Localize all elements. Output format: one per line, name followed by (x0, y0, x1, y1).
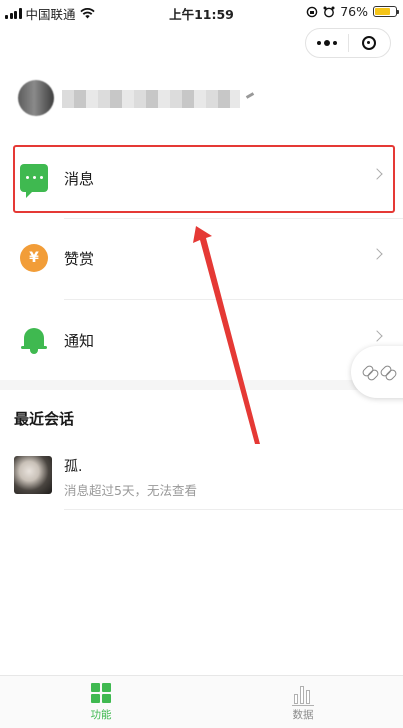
grid-icon (90, 682, 112, 704)
floating-link-button[interactable] (351, 346, 403, 398)
bell-icon (20, 326, 48, 354)
menu-item-appreciation[interactable]: ¥ 赞赏 (0, 218, 403, 300)
avatar (18, 80, 54, 116)
conversation-row[interactable]: 孤. 消息超过5天，无法查看 (0, 448, 403, 510)
menu-item-label: 通知 (64, 332, 95, 350)
redaction-mark (245, 92, 255, 99)
chevron-right-icon (371, 248, 383, 260)
profile-name-redacted (62, 90, 240, 108)
divider (64, 509, 403, 510)
status-right: 76% (306, 4, 399, 19)
alarm-icon (323, 6, 335, 17)
chevron-right-icon (371, 330, 383, 342)
link-icon (363, 365, 377, 379)
profile-header[interactable] (18, 80, 398, 116)
capsule-menu (305, 28, 391, 58)
target-circle-icon[interactable] (349, 29, 391, 57)
conversation-subtitle: 消息超过5天，无法查看 (64, 483, 197, 498)
battery-icon (373, 6, 399, 17)
status-bar: 中国联通 上午11:59 76% (0, 0, 403, 24)
recent-section-title: 最近会话 (14, 410, 75, 428)
link-icon (381, 365, 395, 379)
tab-functions[interactable]: 功能 (41, 680, 161, 722)
divider (64, 218, 403, 219)
menu-item-notifications[interactable]: 通知 (0, 300, 403, 382)
section-separator (0, 380, 403, 390)
yen-coin-icon: ¥ (20, 244, 48, 272)
menu-item-label: 赞赏 (64, 250, 95, 268)
bar-chart-icon (292, 682, 314, 706)
tab-bar: 功能 数据 (0, 675, 403, 728)
battery-percent: 76% (340, 4, 368, 19)
conversation-name: 孤. (64, 459, 83, 475)
tab-label: 数据 (292, 709, 314, 721)
annotation-highlight-box (13, 145, 395, 213)
battery-fill (375, 8, 390, 15)
avatar (14, 456, 52, 494)
more-dots-icon[interactable] (306, 29, 348, 57)
tab-label: 功能 (90, 709, 112, 721)
tab-data[interactable]: 数据 (243, 680, 363, 722)
rotation-lock-icon (306, 6, 318, 17)
